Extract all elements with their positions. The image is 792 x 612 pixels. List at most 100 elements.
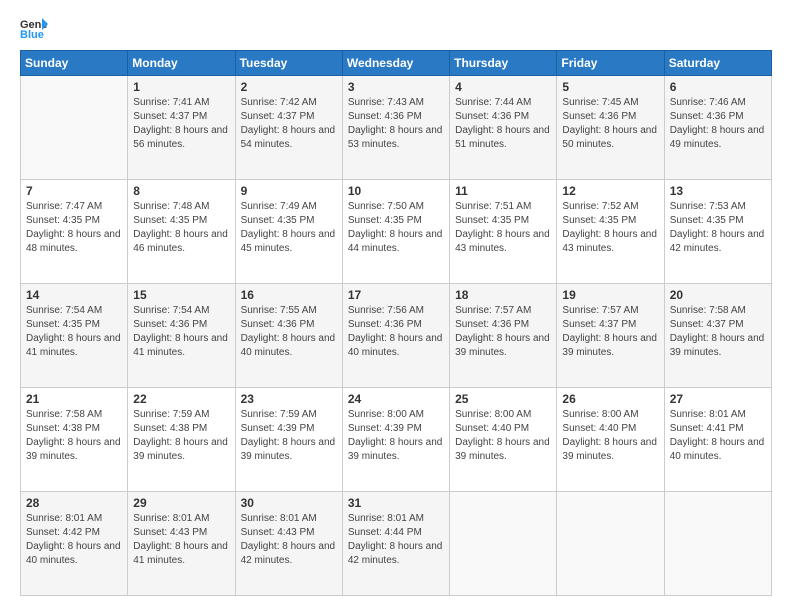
day-info: Sunrise: 7:58 AMSunset: 4:37 PMDaylight:… [670, 304, 766, 360]
day-number: 31 [348, 496, 444, 510]
weekday-header-tuesday: Tuesday [235, 51, 342, 76]
calendar-cell: 16Sunrise: 7:55 AMSunset: 4:36 PMDayligh… [235, 284, 342, 388]
day-number: 19 [562, 288, 658, 302]
weekday-header-saturday: Saturday [664, 51, 771, 76]
day-info: Sunrise: 7:57 AMSunset: 4:37 PMDaylight:… [562, 304, 658, 360]
calendar-cell: 13 Sunrise: 7:53 AMSunset: 4:35 PMDayligh… [664, 180, 771, 284]
calendar-cell: 5Sunrise: 7:45 AMSunset: 4:36 PMDaylight… [557, 76, 664, 180]
day-info: Sunrise: 7:58 AMSunset: 4:38 PMDaylight:… [26, 408, 122, 464]
calendar-cell: 26 Sunrise: 8:00 AMSunset: 4:40 PMDayligh… [557, 388, 664, 492]
calendar-cell: 9 Sunrise: 7:49 AMSunset: 4:35 PMDaylight… [235, 180, 342, 284]
calendar-cell: 4 Sunrise: 7:44 AMSunset: 4:36 PMDaylight… [450, 76, 557, 180]
day-info: Sunrise: 8:00 AMSunset: 4:40 PMDaylight:… [455, 408, 551, 464]
calendar-week-row: 28 Sunrise: 8:01 AMSunset: 4:42 PMDayligh… [21, 492, 772, 596]
day-number: 27 [670, 392, 766, 406]
calendar-cell: 27 Sunrise: 8:01 AMSunset: 4:41 PMDayligh… [664, 388, 771, 492]
calendar-cell: 24 Sunrise: 8:00 AMSunset: 4:39 PMDayligh… [342, 388, 449, 492]
day-number: 30 [241, 496, 337, 510]
day-info: Sunrise: 8:01 AMSunset: 4:43 PMDaylight:… [241, 512, 337, 568]
calendar-cell: 1Sunrise: 7:41 AMSunset: 4:37 PMDaylight… [128, 76, 235, 180]
svg-text:Blue: Blue [20, 29, 44, 40]
day-info: Sunrise: 7:53 AMSunset: 4:35 PMDaylight:… [670, 200, 766, 256]
page: General Blue SundayMondayTuesdayWednesda… [0, 0, 792, 612]
calendar-week-row: 1Sunrise: 7:41 AMSunset: 4:37 PMDaylight… [21, 76, 772, 180]
day-number: 10 [348, 184, 444, 198]
day-number: 22 [133, 392, 229, 406]
day-info: Sunrise: 7:50 AMSunset: 4:35 PMDaylight:… [348, 200, 444, 256]
weekday-header-friday: Friday [557, 51, 664, 76]
calendar-cell: 31Sunrise: 8:01 AMSunset: 4:44 PMDayligh… [342, 492, 449, 596]
day-number: 29 [133, 496, 229, 510]
calendar-cell: 14 Sunrise: 7:54 AMSunset: 4:35 PMDayligh… [21, 284, 128, 388]
day-number: 3 [348, 80, 444, 94]
day-info: Sunrise: 7:49 AMSunset: 4:35 PMDaylight:… [241, 200, 337, 256]
weekday-header-sunday: Sunday [21, 51, 128, 76]
day-info: Sunrise: 7:44 AMSunset: 4:36 PMDaylight:… [455, 96, 551, 152]
day-info: Sunrise: 7:51 AMSunset: 4:35 PMDaylight:… [455, 200, 551, 256]
calendar-cell: 23 Sunrise: 7:59 AMSunset: 4:39 PMDayligh… [235, 388, 342, 492]
day-number: 12 [562, 184, 658, 198]
calendar-week-row: 14 Sunrise: 7:54 AMSunset: 4:35 PMDayligh… [21, 284, 772, 388]
day-info: Sunrise: 7:42 AMSunset: 4:37 PMDaylight:… [241, 96, 337, 152]
day-info: Sunrise: 7:54 AMSunset: 4:36 PMDaylight:… [133, 304, 229, 360]
calendar-table: SundayMondayTuesdayWednesdayThursdayFrid… [20, 50, 772, 596]
day-number: 23 [241, 392, 337, 406]
day-number: 13 [670, 184, 766, 198]
calendar-cell [21, 76, 128, 180]
day-number: 2 [241, 80, 337, 94]
weekday-header-thursday: Thursday [450, 51, 557, 76]
day-number: 8 [133, 184, 229, 198]
calendar-cell: 15Sunrise: 7:54 AMSunset: 4:36 PMDayligh… [128, 284, 235, 388]
weekday-header-wednesday: Wednesday [342, 51, 449, 76]
day-info: Sunrise: 8:01 AMSunset: 4:41 PMDaylight:… [670, 408, 766, 464]
calendar-cell [557, 492, 664, 596]
calendar-cell: 2 Sunrise: 7:42 AMSunset: 4:37 PMDaylight… [235, 76, 342, 180]
calendar-cell: 19 Sunrise: 7:57 AMSunset: 4:37 PMDayligh… [557, 284, 664, 388]
day-number: 18 [455, 288, 551, 302]
day-info: Sunrise: 7:59 AMSunset: 4:39 PMDaylight:… [241, 408, 337, 464]
day-info: Sunrise: 7:54 AMSunset: 4:35 PMDaylight:… [26, 304, 122, 360]
calendar-cell: 11Sunrise: 7:51 AMSunset: 4:35 PMDayligh… [450, 180, 557, 284]
day-number: 20 [670, 288, 766, 302]
day-info: Sunrise: 7:59 AMSunset: 4:38 PMDaylight:… [133, 408, 229, 464]
calendar-cell: 8 Sunrise: 7:48 AMSunset: 4:35 PMDaylight… [128, 180, 235, 284]
calendar-cell: 25Sunrise: 8:00 AMSunset: 4:40 PMDayligh… [450, 388, 557, 492]
day-info: Sunrise: 8:01 AMSunset: 4:43 PMDaylight:… [133, 512, 229, 568]
calendar-cell: 28 Sunrise: 8:01 AMSunset: 4:42 PMDayligh… [21, 492, 128, 596]
calendar-week-row: 7 Sunrise: 7:47 AMSunset: 4:35 PMDaylight… [21, 180, 772, 284]
calendar-cell [450, 492, 557, 596]
day-info: Sunrise: 7:52 AMSunset: 4:35 PMDaylight:… [562, 200, 658, 256]
calendar-cell: 6 Sunrise: 7:46 AMSunset: 4:36 PMDaylight… [664, 76, 771, 180]
day-info: Sunrise: 7:48 AMSunset: 4:35 PMDaylight:… [133, 200, 229, 256]
calendar-cell: 22 Sunrise: 7:59 AMSunset: 4:38 PMDayligh… [128, 388, 235, 492]
day-number: 7 [26, 184, 122, 198]
calendar-header-row: SundayMondayTuesdayWednesdayThursdayFrid… [21, 51, 772, 76]
calendar-cell: 21Sunrise: 7:58 AMSunset: 4:38 PMDayligh… [21, 388, 128, 492]
weekday-header-monday: Monday [128, 51, 235, 76]
day-number: 16 [241, 288, 337, 302]
day-info: Sunrise: 7:46 AMSunset: 4:36 PMDaylight:… [670, 96, 766, 152]
logo: General Blue [20, 16, 54, 40]
day-info: Sunrise: 7:45 AMSunset: 4:36 PMDaylight:… [562, 96, 658, 152]
calendar-cell: 3 Sunrise: 7:43 AMSunset: 4:36 PMDaylight… [342, 76, 449, 180]
day-number: 9 [241, 184, 337, 198]
calendar-cell: 12 Sunrise: 7:52 AMSunset: 4:35 PMDayligh… [557, 180, 664, 284]
day-info: Sunrise: 8:00 AMSunset: 4:40 PMDaylight:… [562, 408, 658, 464]
day-info: Sunrise: 8:01 AMSunset: 4:42 PMDaylight:… [26, 512, 122, 568]
calendar-cell: 29 Sunrise: 8:01 AMSunset: 4:43 PMDayligh… [128, 492, 235, 596]
day-info: Sunrise: 7:43 AMSunset: 4:36 PMDaylight:… [348, 96, 444, 152]
calendar-cell: 17Sunrise: 7:56 AMSunset: 4:36 PMDayligh… [342, 284, 449, 388]
day-number: 26 [562, 392, 658, 406]
day-number: 6 [670, 80, 766, 94]
day-info: Sunrise: 7:47 AMSunset: 4:35 PMDaylight:… [26, 200, 122, 256]
calendar-cell: 30 Sunrise: 8:01 AMSunset: 4:43 PMDayligh… [235, 492, 342, 596]
logo-icon: General Blue [20, 16, 48, 40]
day-number: 28 [26, 496, 122, 510]
calendar-cell: 20 Sunrise: 7:58 AMSunset: 4:37 PMDayligh… [664, 284, 771, 388]
day-number: 14 [26, 288, 122, 302]
calendar-cell: 7 Sunrise: 7:47 AMSunset: 4:35 PMDaylight… [21, 180, 128, 284]
day-info: Sunrise: 7:56 AMSunset: 4:36 PMDaylight:… [348, 304, 444, 360]
day-number: 24 [348, 392, 444, 406]
day-number: 4 [455, 80, 551, 94]
day-info: Sunrise: 8:00 AMSunset: 4:39 PMDaylight:… [348, 408, 444, 464]
